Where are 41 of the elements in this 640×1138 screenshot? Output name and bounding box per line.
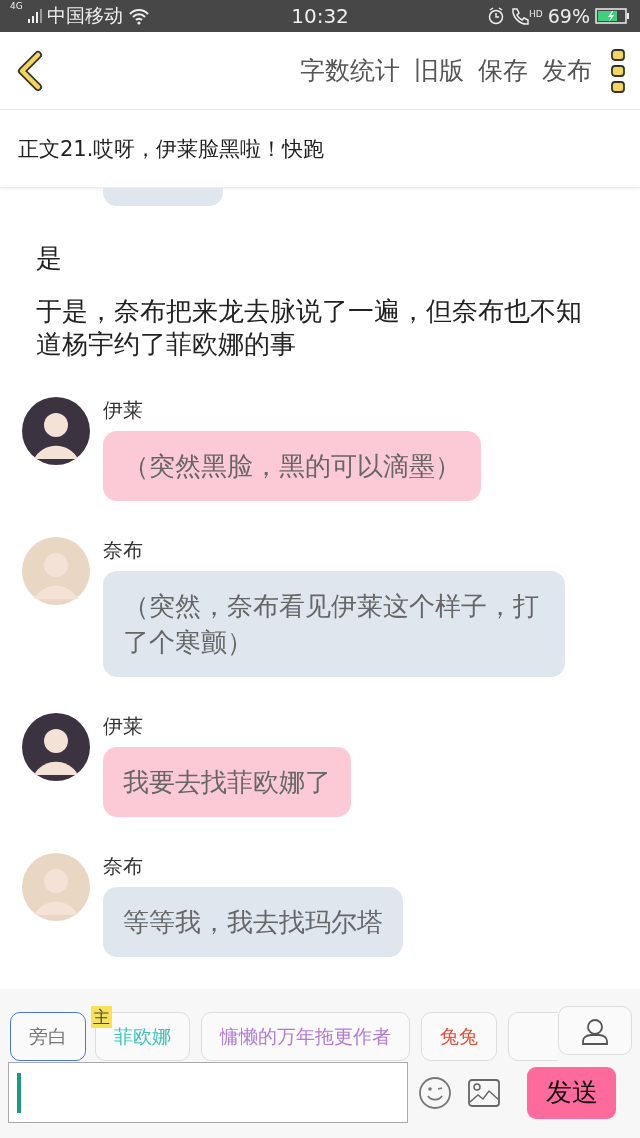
clock-time: 10:32 [291, 4, 349, 28]
battery-percent: 69% [547, 5, 590, 27]
speaker-name: 奈布 [103, 855, 144, 877]
battery-icon [595, 8, 630, 24]
header-action[interactable]: 旧版 [408, 54, 470, 87]
avatar-icon [22, 853, 90, 921]
person-icon [581, 1016, 609, 1045]
alarm-icon [487, 7, 506, 25]
image-button[interactable] [468, 1078, 500, 1107]
header-action[interactable]: 字数统计 [294, 54, 406, 87]
network-type: 4G [10, 1, 23, 11]
more-dots-icon [610, 47, 626, 94]
avatar-icon [22, 713, 90, 781]
carrier-name: 中国移动 [46, 3, 123, 28]
message-bubble: （突然，奈布看见伊莱这个样子，打了个寒颤） [103, 571, 565, 677]
image-icon [468, 1078, 500, 1107]
header-action[interactable]: 发布 [536, 54, 598, 87]
message-bubble: 等等我，我去找玛尔塔 [103, 887, 403, 957]
signal-icon [27, 9, 42, 23]
speaker-name: 奈布 [103, 539, 144, 561]
role-chip[interactable]: 旁白 [10, 1012, 86, 1061]
emoji-button[interactable] [418, 1075, 452, 1110]
wifi-icon [127, 7, 150, 25]
narration-text: 于是，奈布把来龙去脉说了一遍，但奈布也不知道杨宇约了菲欧娜的事 [35, 295, 583, 361]
role-chip[interactable]: 兔兔 [421, 1012, 497, 1061]
message-input[interactable] [8, 1062, 408, 1123]
role-manage-button[interactable] [558, 1006, 632, 1055]
speaker-name: 伊莱 [103, 715, 144, 737]
header-action[interactable]: 保存 [472, 54, 534, 87]
message-bubble: （突然黑脸，黑的可以滴墨） [103, 431, 481, 501]
smiley-icon [418, 1075, 452, 1110]
avatar-icon [22, 397, 90, 465]
message-bubble: 我要去找菲欧娜了 [103, 747, 351, 817]
narration-text: 是 [35, 242, 63, 275]
phone-icon [510, 6, 531, 26]
more-menu-button[interactable] [610, 47, 626, 94]
speaker-name: 伊莱 [103, 399, 144, 421]
avatar-icon [22, 537, 90, 605]
main-role-badge: 主 [91, 1006, 112, 1028]
hd-label: HD [529, 9, 543, 19]
send-button[interactable]: 发送 [527, 1066, 616, 1119]
